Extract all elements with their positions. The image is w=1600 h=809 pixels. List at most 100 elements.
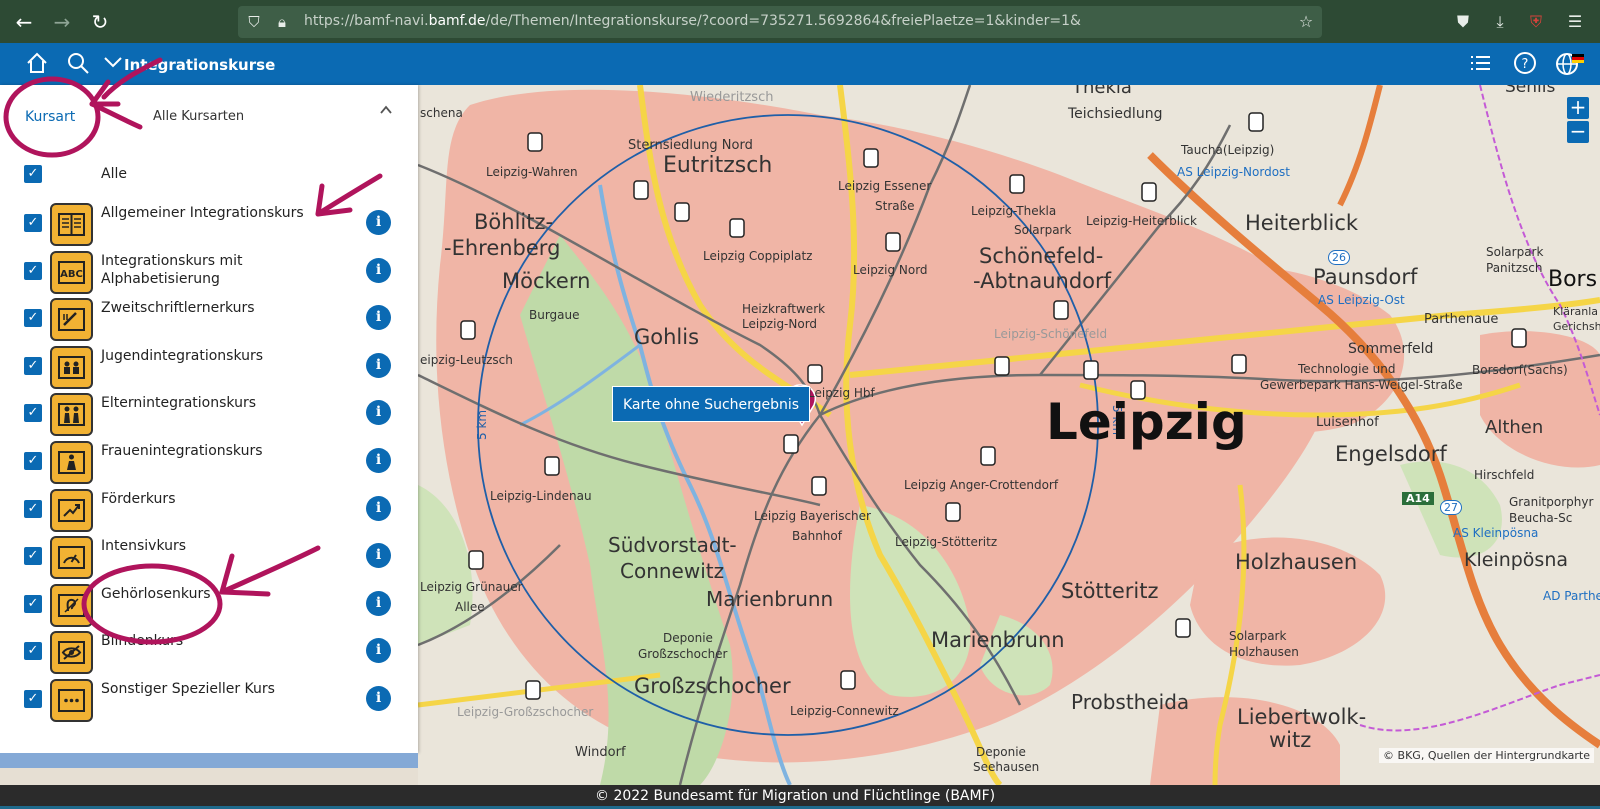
checkbox-all[interactable]: ✓ [24, 165, 42, 183]
map-place-label: Panitzsch [1486, 261, 1543, 275]
map-place-label: Liebertwolk- [1237, 705, 1367, 729]
back-arrow-icon[interactable]: ← [10, 8, 38, 36]
tracking-shield-icon[interactable]: ⛉ [244, 12, 264, 32]
course-info-button[interactable]: i [366, 448, 391, 473]
course-info-button[interactable]: i [366, 495, 391, 521]
map-place-label: Burgaue [529, 308, 580, 322]
map-place-label: Leipzig-Nord [742, 317, 818, 331]
map-place-label: Kleinpösna [1464, 549, 1569, 571]
course-info-button[interactable]: i [366, 543, 391, 569]
kursart-selected-value[interactable]: Alle Kursarten [153, 109, 244, 124]
course-label: Intensivkurs [101, 538, 187, 555]
map-place-label: Engelsdorf [1335, 442, 1447, 466]
course-info-button[interactable]: i [366, 305, 391, 331]
course-info-button[interactable]: i [366, 686, 391, 711]
map-place-label: Taucha(Leipzig) [1181, 143, 1275, 157]
list-icon[interactable] [1467, 51, 1493, 77]
map-place-label: A14 [1402, 492, 1434, 505]
chevron-up-icon[interactable] [379, 103, 393, 121]
map-result-tooltip: Karte ohne Suchergebnis [612, 386, 811, 422]
course-checkbox[interactable]: ✓ [24, 214, 42, 232]
map-place-label: Hirschfeld [1474, 468, 1535, 482]
course-checkbox[interactable]: ✓ [24, 594, 42, 613]
radius-label-left: 5 km [475, 410, 489, 440]
lock-icon[interactable]: 🔒︎ [272, 12, 292, 32]
chevron-down-icon[interactable] [100, 51, 126, 77]
map-place-label: Seehausen [973, 760, 1040, 774]
map-place-label: Heizkraftwerk [742, 302, 826, 316]
course-info-button[interactable]: i [366, 352, 391, 378]
map-place-label: Luisenhof [1316, 415, 1379, 430]
map-place-label: Möckern [502, 269, 591, 293]
bookmark-star-icon[interactable]: ☆ [1296, 12, 1316, 32]
map-place-label: Althen [1485, 417, 1544, 438]
map-place-label: Windorf [575, 745, 626, 760]
course-checkbox[interactable]: ✓ [24, 261, 42, 280]
home-icon[interactable] [24, 51, 50, 77]
zoom-out-button[interactable]: − [1567, 121, 1589, 143]
map-place-label: Leipzig-Wahren [486, 165, 578, 179]
pocket-icon[interactable]: ⛊ [1450, 9, 1476, 35]
map-place-label: Solarpark [1014, 223, 1072, 237]
map-place-label: Deponie [663, 631, 713, 645]
search-icon[interactable] [65, 51, 91, 77]
course-label: Gehörlosenkurs [101, 585, 211, 602]
map-place-label: schena [420, 106, 463, 120]
forward-arrow-icon[interactable]: → [48, 8, 76, 36]
map-place-label: Granitporphyr [1509, 495, 1594, 509]
map-place-label: Bors [1548, 267, 1598, 292]
extension-shield-icon[interactable]: ⛨ [1523, 9, 1549, 35]
page-title[interactable]: Integrationskurse [124, 56, 275, 74]
map-place-label: Wiederitzsch [690, 90, 774, 105]
course-label: Integrationskurs mit Alphabetisierung [101, 252, 243, 287]
map-place-label: Leipzig [1046, 393, 1247, 451]
map-place-label: Allee [455, 600, 485, 614]
reload-icon[interactable]: ↻ [86, 8, 114, 36]
course-checkbox[interactable]: ✓ [24, 309, 42, 328]
map-place-label: Leipzig-Stötteritz [895, 535, 998, 549]
course-checkbox[interactable]: ✓ [24, 452, 42, 470]
course-info-button[interactable]: i [366, 590, 391, 616]
course-info-button[interactable]: i [366, 210, 391, 235]
map-place-label: Südvorstadt- [608, 533, 737, 557]
course-checkbox[interactable]: ✓ [24, 356, 42, 375]
speedometer-icon [50, 536, 93, 580]
language-globe-icon[interactable] [1555, 51, 1584, 77]
course-checkbox[interactable]: ✓ [24, 642, 42, 661]
svg-text:ABC: ABC [60, 269, 83, 280]
parents-icon [50, 393, 93, 437]
zoom-in-button[interactable]: + [1567, 97, 1589, 119]
course-info-button[interactable]: i [366, 638, 391, 664]
download-icon[interactable]: ⤓ [1487, 9, 1513, 35]
map-attribution[interactable]: © BKG, Quellen der Hintergrundkarte [1379, 748, 1594, 763]
map-place-label: Großzschocher [638, 647, 728, 661]
map-place-label: 27 [1440, 500, 1462, 515]
map-place-label: Leipzig-Connewitz [790, 704, 899, 718]
course-checkbox[interactable]: ✓ [24, 404, 42, 423]
map-place-label: Paunsdorf [1313, 265, 1418, 289]
course-info-button[interactable]: i [366, 400, 391, 426]
app-header: Integrationskurse ? [0, 43, 1600, 85]
address-bar[interactable]: ⛉ 🔒︎ https://bamf-navi.bamf.de/de/Themen… [238, 6, 1322, 38]
svg-text:?: ? [1522, 57, 1529, 72]
map-place-label: AD Parthe [1543, 589, 1600, 603]
map-place-label: -Abtnaundorf [973, 269, 1112, 293]
kursart-tab[interactable]: Kursart [25, 109, 75, 125]
map-place-label: Leipzig-Heiterblick [1086, 214, 1197, 228]
course-checkbox[interactable]: ✓ [24, 547, 42, 566]
hamburger-menu-icon[interactable]: ☰ [1562, 9, 1588, 35]
help-icon[interactable]: ? [1512, 51, 1538, 77]
all-label: Alle [101, 166, 127, 182]
map-place-label: Schönefeld- [979, 244, 1104, 268]
map-place-label: Leipzig Anger-Crottendorf [904, 478, 1059, 492]
course-info-button[interactable]: i [366, 257, 391, 283]
map-place-label: Heiterblick [1245, 211, 1359, 235]
course-checkbox[interactable]: ✓ [24, 690, 42, 708]
map-place-label: Parthenaue [1424, 312, 1499, 327]
course-checkbox[interactable]: ✓ [24, 499, 42, 518]
url-text[interactable]: https://bamf-navi.bamf.de/de/Themen/Inte… [304, 13, 1081, 29]
copyright-text: © 2022 Bundesamt für Migration und Flüch… [595, 788, 996, 804]
map-place-label: Thekla [1072, 85, 1132, 98]
blind-eye-icon [50, 631, 93, 675]
course-label: Zweitschriftlernerkurs [101, 300, 255, 317]
